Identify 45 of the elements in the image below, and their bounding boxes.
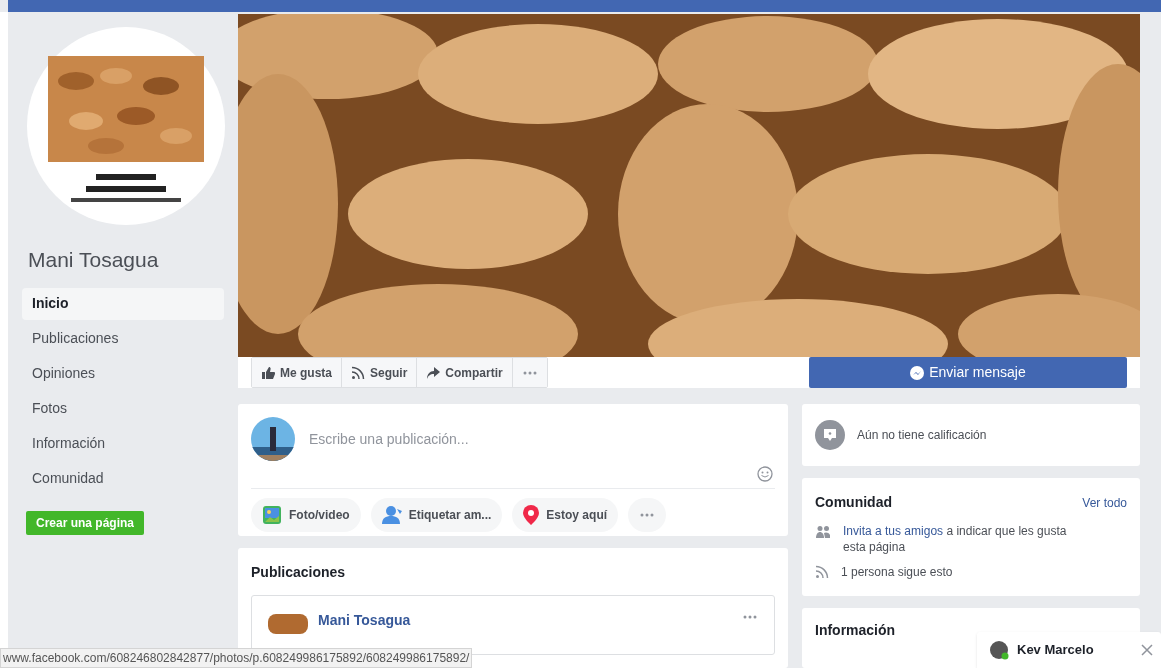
action-button[interactable]: Me gusta [252, 358, 341, 387]
action-button[interactable]: Compartir [416, 358, 512, 387]
author-link[interactable]: Mani Tosagua [318, 610, 732, 631]
nav-item[interactable]: Publicaciones [22, 322, 224, 355]
section-title: Publicaciones [251, 563, 347, 582]
post-input-field[interactable]: Escribe una publicación... [309, 428, 775, 450]
more-icon [521, 369, 538, 376]
person-tag-icon [381, 505, 402, 525]
followers-text: 1 persona sigue esto [841, 564, 953, 581]
nav-item[interactable]: Información [22, 427, 224, 460]
page-name: Mani Tosagua [28, 247, 160, 273]
chat-tab[interactable]: Kev Marcelo [977, 632, 1161, 668]
nav-item[interactable]: Opiniones [22, 357, 224, 390]
composer-action-button[interactable]: Etiquetar am... [370, 498, 503, 532]
rating-text: Aún no tiene calificación [857, 427, 987, 444]
rss-icon [351, 365, 365, 380]
close-icon [1141, 644, 1153, 656]
thumbs-up-icon [261, 365, 275, 380]
photo-icon [262, 505, 282, 525]
people-icon [815, 525, 831, 539]
share-arrow-icon [426, 365, 441, 380]
messenger-icon [910, 365, 925, 380]
status-url: www.facebook.com/608246802842877/photos/p.608249986175892/608249986175892/ [0, 648, 473, 668]
review-bubble-icon [815, 420, 845, 450]
more-button[interactable] [628, 498, 667, 532]
composer-action-button[interactable]: Estoy aquí [512, 498, 619, 532]
more-icon [742, 614, 758, 620]
composer-action-button[interactable]: Foto/video [251, 498, 361, 532]
see-all-link[interactable]: Ver todo [1082, 493, 1127, 512]
nav-item[interactable]: Fotos [22, 392, 224, 425]
nav-item[interactable]: Inicio [22, 287, 224, 320]
section-title: Información [815, 621, 897, 640]
invite-text: Invita a tus amigos a indicar que les gusta esta página [843, 523, 1068, 555]
chat-name: Kev Marcelo [1017, 641, 1095, 660]
action-button[interactable]: Seguir [341, 358, 417, 387]
nav-item[interactable]: Comunidad [22, 462, 224, 495]
more-button[interactable] [511, 358, 547, 387]
avatar-icon [989, 640, 1009, 660]
rss-icon [815, 565, 829, 579]
section-title: Comunidad [815, 493, 892, 512]
more-icon [639, 512, 656, 518]
emoji-icon [757, 466, 773, 482]
send-message-button[interactable]: Enviar mensaje [809, 357, 1127, 388]
invite-link[interactable]: Invita a tus amigos [843, 524, 944, 538]
map-pin-icon [523, 505, 540, 525]
